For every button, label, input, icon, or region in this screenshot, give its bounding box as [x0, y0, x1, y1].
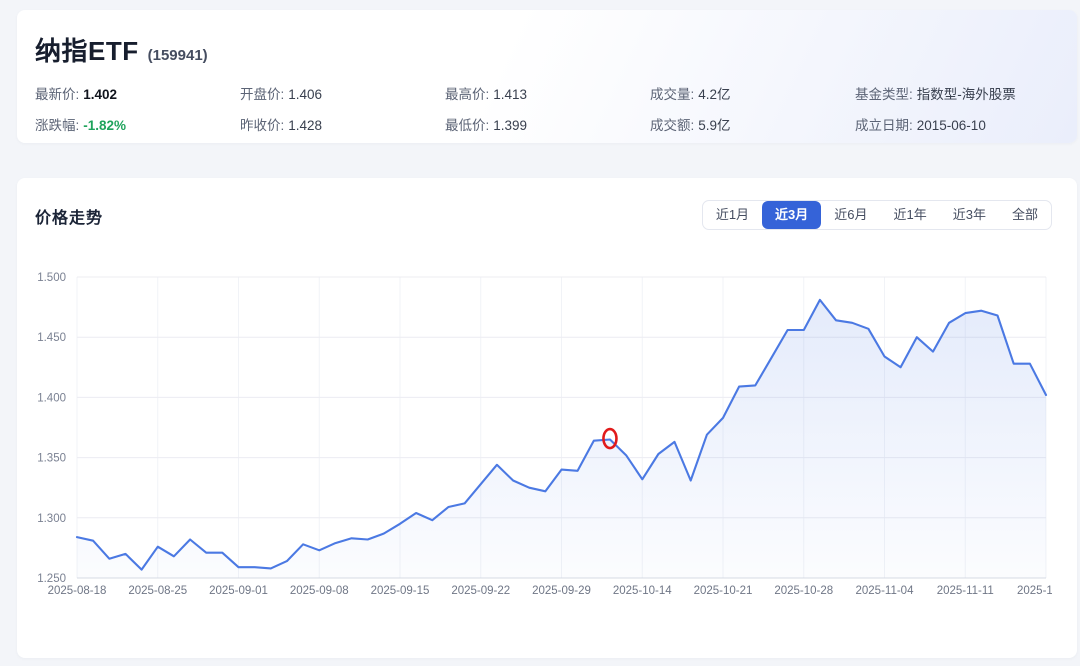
stat-item: 昨收价: 1.428	[240, 114, 445, 134]
tab-all[interactable]: 全部	[999, 201, 1051, 229]
stat-label: 最新价:	[35, 87, 79, 102]
stat-value: 5.9亿	[698, 118, 730, 133]
svg-text:2025-08-25: 2025-08-25	[128, 585, 187, 597]
stat-column: 开盘价: 1.406 昨收价: 1.428	[240, 83, 445, 145]
stat-label: 成交额:	[650, 118, 694, 133]
fund-stats: 最新价: 1.402 涨跌幅: -1.82% 开盘价: 1.406 昨收价: 1.428 最高价…	[35, 83, 1059, 145]
tab-3y[interactable]: 近3年	[940, 201, 999, 229]
svg-text:2025-11-11: 2025-11-11	[937, 585, 994, 597]
stat-value: 1.406	[288, 87, 322, 102]
svg-text:2025-10-21: 2025-10-21	[694, 585, 753, 597]
stat-label: 基金类型:	[855, 87, 913, 102]
stat-item: 最高价: 1.413	[445, 83, 650, 103]
svg-text:2025-08-18: 2025-08-18	[48, 585, 107, 597]
svg-text:2025-09-22: 2025-09-22	[451, 585, 510, 597]
svg-text:1.450: 1.450	[37, 332, 66, 344]
svg-text:1.250: 1.250	[37, 573, 66, 585]
price-line-chart: 1.250 1.300 1.350 1.400 1.450 1.500 2025-08-18…	[35, 260, 1052, 608]
fund-title-row: 纳指ETF (159941)	[35, 31, 1059, 68]
stat-label: 开盘价:	[240, 87, 284, 102]
stat-value: 1.402	[83, 87, 117, 102]
stat-value: -1.82%	[83, 118, 126, 133]
stat-value: 2015-06-10	[917, 118, 986, 133]
stat-item: 基金类型: 指数型-海外股票	[855, 83, 1016, 103]
stat-item: 开盘价: 1.406	[240, 83, 445, 103]
svg-text:2025-11-04: 2025-11-04	[856, 585, 915, 597]
svg-text:2025-10-28: 2025-10-28	[774, 585, 833, 597]
svg-text:2025-10-14: 2025-10-14	[613, 585, 672, 597]
tab-3m[interactable]: 近3月	[762, 201, 821, 229]
svg-text:1.400: 1.400	[37, 392, 66, 404]
svg-text:1.350: 1.350	[37, 453, 66, 465]
stat-value: 1.413	[493, 87, 527, 102]
chart-title: 价格走势	[35, 200, 103, 228]
stat-item: 最新价: 1.402	[35, 83, 240, 103]
stat-label: 最低价:	[445, 118, 489, 133]
tab-6m[interactable]: 近6月	[821, 201, 880, 229]
stat-value: 指数型-海外股票	[917, 87, 1016, 102]
fund-header-card: 纳指ETF (159941) 最新价: 1.402 涨跌幅: -1.82% 开盘价: 1.…	[17, 10, 1077, 143]
y-axis-labels: 1.250 1.300 1.350 1.400 1.450 1.500	[37, 272, 66, 585]
range-tab-group: 近1月近3月近6月近1年近3年全部	[702, 200, 1052, 230]
tab-1y[interactable]: 近1年	[881, 201, 940, 229]
x-axis-labels: 2025-08-18 2025-08-25 2025-09-01 2025-09-08…	[48, 585, 1052, 597]
stat-item: 最低价: 1.399	[445, 114, 650, 134]
stat-item: 成立日期: 2015-06-10	[855, 114, 1016, 134]
stat-label: 成立日期:	[855, 118, 913, 133]
stat-label: 涨跌幅:	[35, 118, 79, 133]
svg-text:2025-09-15: 2025-09-15	[371, 585, 430, 597]
stat-column: 基金类型: 指数型-海外股票成立日期: 2015-06-10	[855, 83, 1016, 145]
stat-value: 4.2亿	[698, 87, 730, 102]
stat-column: 最新价: 1.402 涨跌幅: -1.82%	[35, 83, 240, 145]
chart-header: 价格走势 近1月近3月近6月近1年近3年全部	[17, 178, 1077, 230]
tab-1m[interactable]: 近1月	[703, 201, 762, 229]
svg-text:2025-09-01: 2025-09-01	[209, 585, 268, 597]
stat-item: 涨跌幅: -1.82%	[35, 114, 240, 134]
svg-text:1.300: 1.300	[37, 513, 66, 525]
stat-label: 最高价:	[445, 87, 489, 102]
svg-text:2025-09-29: 2025-09-29	[532, 585, 591, 597]
svg-text:2025-09-08: 2025-09-08	[290, 585, 349, 597]
fund-code: (159941)	[148, 47, 208, 64]
stat-value: 1.428	[288, 118, 322, 133]
fund-name: 纳指ETF	[35, 31, 139, 68]
stat-item: 成交量: 4.2亿	[650, 83, 855, 103]
stat-label: 昨收价:	[240, 118, 284, 133]
price-trend-card: 价格走势 近1月近3月近6月近1年近3年全部 1.2501.3001.3501.…	[17, 178, 1077, 658]
stat-column: 最高价: 1.413 最低价: 1.399	[445, 83, 650, 145]
svg-text:2025-11-18: 2025-11-18	[1017, 585, 1052, 597]
chart-canvas: 1.250 1.300 1.350 1.400 1.450 1.500 2025-08-18…	[35, 260, 1052, 608]
stat-label: 成交量:	[650, 87, 694, 102]
stat-item: 成交额: 5.9亿	[650, 114, 855, 134]
svg-text:1.500: 1.500	[37, 272, 66, 284]
stat-column: 成交量: 4.2亿成交额: 5.9亿	[650, 83, 855, 145]
stat-value: 1.399	[493, 118, 527, 133]
